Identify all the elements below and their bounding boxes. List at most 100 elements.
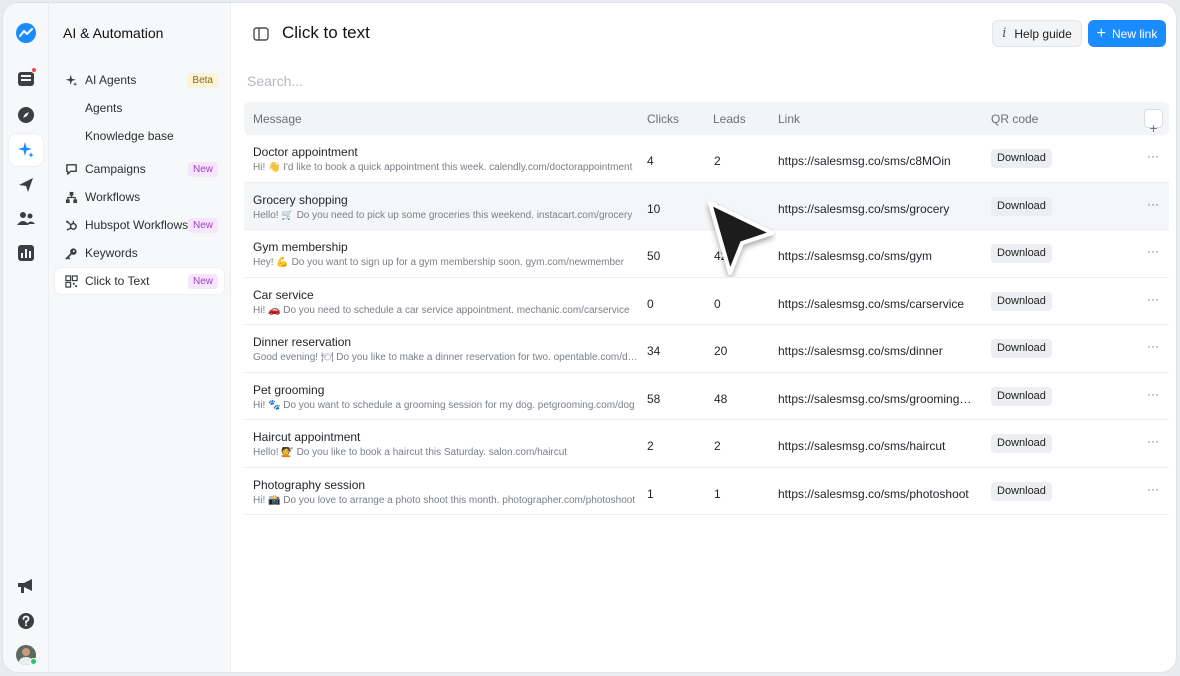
row-title: Pet grooming [253, 382, 325, 397]
row-title: Haircut appointment [253, 430, 361, 444]
sidebar-item-campaigns[interactable]: Campaigns New [55, 156, 224, 182]
download-qr-button[interactable]: Download [991, 481, 1052, 501]
sidebar-item-label: Agents [85, 101, 123, 115]
column-header-leads[interactable]: Leads [713, 112, 746, 126]
more-options-icon[interactable]: ··· [1147, 482, 1159, 496]
row-clicks: 50 [647, 249, 661, 263]
sidebar-item-keywords[interactable]: Keywords [55, 240, 224, 266]
sparkles-icon [63, 72, 79, 88]
column-header-clicks[interactable]: Clicks [647, 112, 679, 126]
row-clicks: 58 [647, 391, 661, 406]
row-link[interactable]: https://salesmsg.co/sms/photoshoot [778, 487, 974, 501]
row-link[interactable]: https://salesmsg.co/sms/carservice [778, 297, 974, 311]
row-leads: 0 [714, 296, 721, 311]
chat-icon [63, 161, 79, 177]
help-guide-button[interactable]: i Help guide [992, 20, 1082, 47]
table-row[interactable]: Car service Hi! 🚗 Do you need to schedule… [244, 278, 1169, 325]
sidebar-item-label: AI Agents [85, 73, 137, 87]
row-link[interactable]: https://salesmsg.co/sms/dinner [778, 344, 974, 358]
new-badge: New [187, 273, 218, 289]
row-link[interactable]: https://salesmsg.co/sms/gym [778, 249, 974, 263]
row-link[interactable]: https://salesmsg.co/sms/c8MOin [778, 154, 974, 168]
chart-icon[interactable] [9, 237, 43, 269]
sidebar-item-knowledge-base[interactable]: Knowledge base [55, 123, 224, 149]
row-clicks: 0 [647, 296, 654, 311]
download-qr-button[interactable]: Download [991, 434, 1052, 453]
sidebar-item-agents[interactable]: Agents [55, 95, 224, 121]
sidebar-item-workflows[interactable]: Workflows [55, 184, 224, 210]
mouse-cursor-icon [704, 199, 776, 280]
new-badge: New [187, 217, 218, 233]
row-title: Gym membership [253, 240, 348, 254]
row-title: Dinner reservation [253, 335, 352, 349]
sidebar-item-hubspot-workflows[interactable]: Hubspot Workflows New [55, 212, 224, 238]
table-row[interactable]: Photography session Hi! 📸 Do you love to … [244, 468, 1169, 515]
column-header-qr-code[interactable]: QR code [991, 112, 1038, 126]
inbox-icon[interactable] [9, 63, 43, 95]
column-header-message[interactable]: Message [253, 112, 302, 126]
table-row[interactable]: Pet grooming Hi! 🐾 Do you want to schedul… [244, 373, 1169, 420]
more-options-icon[interactable]: ··· [1147, 292, 1159, 306]
more-options-icon[interactable]: ··· [1147, 149, 1159, 163]
more-options-icon[interactable]: ··· [1147, 387, 1159, 401]
row-message: Good evening! 🍽 Do you like to make a di… [253, 352, 638, 363]
row-clicks: 2 [647, 439, 654, 453]
more-options-icon[interactable]: ··· [1147, 339, 1159, 353]
more-options-icon[interactable]: ··· [1147, 197, 1159, 211]
send-icon[interactable] [9, 169, 43, 201]
sidebar-item-label: Hubspot Workflows [85, 218, 189, 232]
row-link[interactable]: https://salesmsg.co/sms/groomingdog [778, 392, 974, 406]
table-row[interactable]: Dinner reservation Good evening! 🍽 Do you… [244, 325, 1169, 373]
more-options-icon[interactable]: ··· [1147, 244, 1159, 258]
download-qr-button[interactable]: Download [991, 339, 1052, 358]
row-message: Hi! 📸 Do you love to arrange a photo sho… [253, 494, 636, 506]
online-status [30, 658, 37, 665]
download-qr-button[interactable]: Download [991, 386, 1052, 406]
compass-icon[interactable] [9, 99, 43, 131]
row-leads: 20 [714, 344, 728, 358]
links-table: Message Clicks Leads Link QR code + Doct… [244, 102, 1169, 515]
sidebar-item-label: Click to Text [85, 274, 150, 288]
download-qr-button[interactable]: Download [991, 291, 1052, 311]
search-input[interactable] [247, 69, 647, 93]
row-link[interactable]: https://salesmsg.co/sms/haircut [778, 439, 974, 453]
sidebar-item-ai-agents[interactable]: AI Agents Beta [55, 67, 224, 93]
column-header-link[interactable]: Link [778, 112, 800, 126]
megaphone-icon[interactable] [9, 570, 43, 602]
row-leads: 1 [714, 486, 721, 501]
download-qr-button[interactable]: Download [991, 196, 1052, 216]
help-icon[interactable] [9, 605, 43, 637]
row-link[interactable]: https://salesmsg.co/sms/grocery [778, 202, 974, 216]
contacts-icon[interactable] [9, 203, 43, 235]
info-icon: i [1002, 26, 1007, 41]
sidebar-item-label: Campaigns [85, 162, 146, 176]
more-options-icon[interactable]: ··· [1147, 434, 1159, 448]
row-title: Car service [253, 287, 314, 302]
row-clicks: 1 [647, 486, 654, 501]
new-link-button[interactable]: + New link [1088, 20, 1166, 47]
table-row[interactable]: Haircut appointment Hello! 💇 Do you like … [244, 420, 1169, 468]
app-window: AI & Automation AI Agents Beta Agents Kn… [2, 2, 1177, 673]
row-title: Doctor appointment [253, 145, 358, 159]
sparkles-icon[interactable] [9, 134, 43, 166]
row-leads: 48 [714, 391, 728, 406]
download-qr-button[interactable]: Download [991, 244, 1052, 263]
table-row[interactable]: Doctor appointment Hi! 👋 I'd like to book… [244, 135, 1169, 183]
sidebar-toggle-icon[interactable] [253, 26, 269, 45]
sidebar-item-click-to-text[interactable]: Click to Text New [55, 268, 224, 294]
help-guide-label: Help guide [1014, 26, 1072, 41]
row-title: Photography session [253, 477, 366, 492]
plus-icon: + [1096, 24, 1106, 42]
logo-icon[interactable] [9, 17, 43, 49]
hubspot-icon [63, 217, 79, 233]
row-message: Hello! 🛒 Do you need to pick up some gro… [253, 209, 633, 221]
avatar[interactable] [9, 639, 43, 671]
beta-badge: Beta [187, 72, 218, 88]
row-message: Hey! 💪 Do you want to sign up for a gym … [253, 257, 624, 268]
add-column-button[interactable]: + [1144, 109, 1163, 136]
row-message: Hi! 👋 I'd like to book a quick appointme… [253, 162, 633, 173]
new-badge: New [187, 161, 218, 177]
icon-rail [3, 3, 49, 672]
download-qr-button[interactable]: Download [991, 149, 1052, 168]
secondary-sidebar: AI & Automation AI Agents Beta Agents Kn… [49, 3, 231, 672]
